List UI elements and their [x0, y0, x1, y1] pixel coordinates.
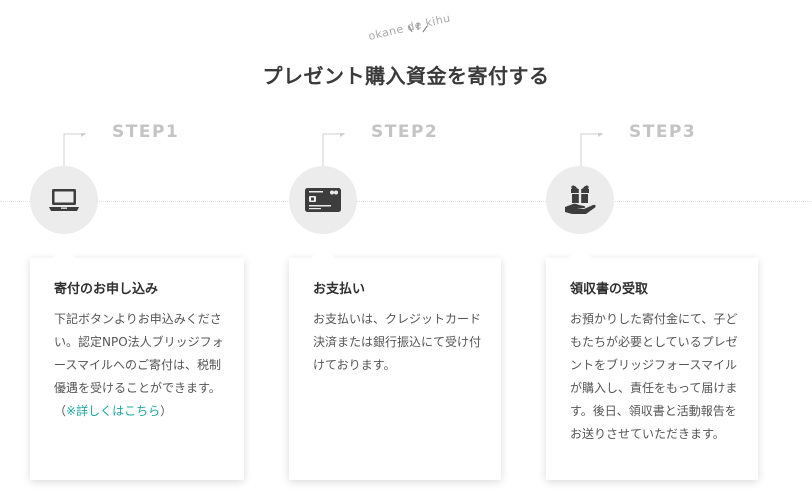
step-label: STEP3: [629, 122, 697, 142]
step-label: STEP2: [371, 122, 439, 142]
step-icon-circle: [546, 166, 614, 234]
page-title: プレゼント購入資金を寄付する: [262, 64, 550, 88]
step-connector-icon: [322, 133, 345, 169]
step-connector-icon: [580, 133, 603, 169]
step-3: STEP3 領収書の受取 お預かりした寄付金にて、子どもたちが必要としているプレ…: [0, 120, 758, 490]
card-body: お預かりした寄付金にて、子どもたちが必要としているプレゼントをブリッジフォースマ…: [570, 312, 738, 441]
sparkle-accent-icon: [408, 23, 428, 33]
card-notch: [311, 246, 335, 258]
card-notch: [568, 246, 592, 258]
card-body: お支払いは、クレジットカード決済または銀行振込にて受け付けております。: [313, 312, 482, 372]
card-title: 領収書の受取: [570, 282, 649, 297]
gift-hand-icon: [565, 185, 596, 214]
step-card: 領収書の受取 お預かりした寄付金にて、子どもたちが必要としているプレゼントをブリ…: [546, 246, 758, 480]
card-title: お支払い: [313, 282, 366, 297]
step-card: お支払い お支払いは、クレジットカード決済または銀行振込にて受け付けております。: [289, 246, 501, 480]
step-icon-circle: [289, 166, 357, 234]
credit-card-icon: [305, 188, 341, 212]
